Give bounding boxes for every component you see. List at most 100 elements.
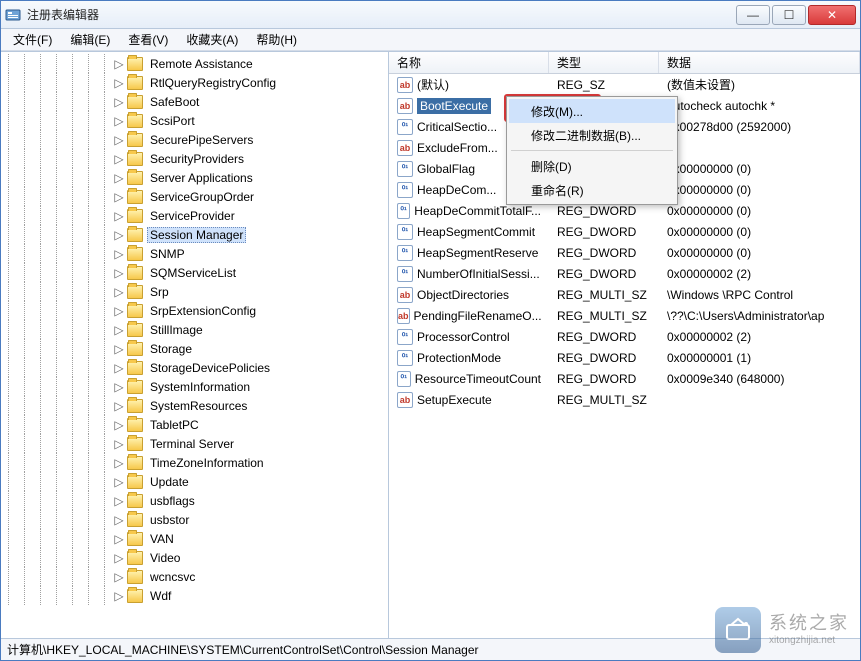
tree-item[interactable]: ▷Srp: [1, 282, 388, 301]
list-row[interactable]: ⁰¹ProcessorControlREG_DWORD0x00000002 (2…: [389, 326, 860, 347]
list-row[interactable]: ⁰¹NumberOfInitialSessi...REG_DWORD0x0000…: [389, 263, 860, 284]
expand-icon[interactable]: ▷: [113, 134, 125, 146]
expand-icon[interactable]: ▷: [113, 191, 125, 203]
value-data: \Windows \RPC Control: [659, 288, 860, 302]
expand-icon[interactable]: ▷: [113, 590, 125, 602]
statusbar-path: 计算机\HKEY_LOCAL_MACHINE\SYSTEM\CurrentCon…: [7, 641, 479, 658]
tree-item[interactable]: ▷TabletPC: [1, 415, 388, 434]
value-name: BootExecute: [417, 98, 491, 114]
context-menu-modify[interactable]: 修改(M)...: [509, 99, 675, 123]
expand-icon[interactable]: ▷: [113, 552, 125, 564]
value-type-icon: ⁰¹: [397, 350, 413, 366]
expand-icon[interactable]: ▷: [113, 419, 125, 431]
list-row[interactable]: abPendingFileRenameO...REG_MULTI_SZ\??\C…: [389, 305, 860, 326]
tree-item-label: TimeZoneInformation: [147, 455, 267, 471]
context-menu-modify-binary[interactable]: 修改二进制数据(B)...: [509, 123, 675, 147]
list-row[interactable]: ⁰¹ProtectionModeREG_DWORD0x00000001 (1): [389, 347, 860, 368]
tree-item[interactable]: ▷Update: [1, 472, 388, 491]
tree-pane[interactable]: ▷Remote Assistance▷RtlQueryRegistryConfi…: [1, 52, 389, 638]
expand-icon[interactable]: ▷: [113, 533, 125, 545]
tree-item[interactable]: ▷SafeBoot: [1, 92, 388, 111]
expand-icon[interactable]: ▷: [113, 571, 125, 583]
expand-icon[interactable]: ▷: [113, 305, 125, 317]
list-row[interactable]: ab(默认)REG_SZ(数值未设置): [389, 74, 860, 95]
folder-icon: [127, 513, 143, 527]
tree-item[interactable]: ▷Storage: [1, 339, 388, 358]
column-header-type[interactable]: 类型: [549, 52, 659, 73]
tree-item[interactable]: ▷SecurePipeServers: [1, 130, 388, 149]
expand-icon[interactable]: ▷: [113, 153, 125, 165]
tree-item[interactable]: ▷Server Applications: [1, 168, 388, 187]
value-name: ExcludeFrom...: [417, 141, 498, 155]
tree-item[interactable]: ▷SecurityProviders: [1, 149, 388, 168]
value-name: (默认): [417, 76, 449, 93]
expand-icon[interactable]: ▷: [113, 362, 125, 374]
expand-icon[interactable]: ▷: [113, 514, 125, 526]
tree-item[interactable]: ▷SQMServiceList: [1, 263, 388, 282]
expand-icon[interactable]: ▷: [113, 115, 125, 127]
expand-icon[interactable]: ▷: [113, 229, 125, 241]
tree-item[interactable]: ▷Wdf: [1, 586, 388, 605]
list-row[interactable]: ⁰¹ResourceTimeoutCountREG_DWORD0x0009e34…: [389, 368, 860, 389]
expand-icon[interactable]: ▷: [113, 286, 125, 298]
expand-icon[interactable]: ▷: [113, 438, 125, 450]
tree-item[interactable]: ▷SrpExtensionConfig: [1, 301, 388, 320]
expand-icon[interactable]: ▷: [113, 267, 125, 279]
maximize-button[interactable]: ☐: [772, 5, 806, 25]
tree-item[interactable]: ▷ Session Manager: [1, 225, 388, 244]
tree-item-label: ScsiPort: [147, 113, 198, 129]
tree-item[interactable]: ▷ServiceProvider: [1, 206, 388, 225]
list-row[interactable]: abObjectDirectoriesREG_MULTI_SZ\Windows …: [389, 284, 860, 305]
folder-icon: [127, 95, 143, 109]
tree-item[interactable]: ▷ServiceGroupOrder: [1, 187, 388, 206]
expand-icon[interactable]: ▷: [113, 77, 125, 89]
expand-icon[interactable]: ▷: [113, 58, 125, 70]
column-header-name[interactable]: 名称: [389, 52, 549, 73]
menu-view[interactable]: 查看(V): [120, 29, 176, 50]
expand-icon[interactable]: ▷: [113, 248, 125, 260]
context-menu-delete[interactable]: 删除(D): [509, 154, 675, 178]
tree-item-label: Session Manager: [147, 227, 246, 243]
tree-item[interactable]: ▷SNMP: [1, 244, 388, 263]
expand-icon[interactable]: ▷: [113, 381, 125, 393]
tree-item[interactable]: ▷VAN: [1, 529, 388, 548]
tree-item[interactable]: ▷ ScsiPort: [1, 111, 388, 130]
tree-item[interactable]: ▷usbflags: [1, 491, 388, 510]
expand-icon[interactable]: ▷: [113, 476, 125, 488]
menu-file[interactable]: 文件(F): [5, 29, 60, 50]
value-data: (数值未设置): [659, 76, 860, 93]
expand-icon[interactable]: ▷: [113, 495, 125, 507]
tree-item[interactable]: ▷StillImage: [1, 320, 388, 339]
value-data: 0x00000002 (2): [659, 330, 860, 344]
tree-item[interactable]: ▷usbstor: [1, 510, 388, 529]
folder-icon: [127, 494, 143, 508]
expand-icon[interactable]: ▷: [113, 457, 125, 469]
expand-icon[interactable]: ▷: [113, 343, 125, 355]
tree-item[interactable]: ▷Video: [1, 548, 388, 567]
list-row[interactable]: abSetupExecuteREG_MULTI_SZ: [389, 389, 860, 410]
menu-edit[interactable]: 编辑(E): [62, 29, 118, 50]
tree-item[interactable]: ▷wcncsvc: [1, 567, 388, 586]
close-button[interactable]: ✕: [808, 5, 856, 25]
tree-item[interactable]: ▷Terminal Server: [1, 434, 388, 453]
expand-icon[interactable]: ▷: [113, 324, 125, 336]
minimize-button[interactable]: —: [736, 5, 770, 25]
list-row[interactable]: ⁰¹HeapSegmentReserveREG_DWORD0x00000000 …: [389, 242, 860, 263]
expand-icon[interactable]: ▷: [113, 172, 125, 184]
value-name: HeapDeCom...: [417, 183, 496, 197]
tree-item[interactable]: ▷Remote Assistance: [1, 54, 388, 73]
tree-item[interactable]: ▷RtlQueryRegistryConfig: [1, 73, 388, 92]
context-menu-rename[interactable]: 重命名(R): [509, 178, 675, 202]
menu-help[interactable]: 帮助(H): [248, 29, 305, 50]
tree-item[interactable]: ▷StorageDevicePolicies: [1, 358, 388, 377]
tree-item[interactable]: ▷SystemResources: [1, 396, 388, 415]
list-row[interactable]: ⁰¹HeapSegmentCommitREG_DWORD0x00000000 (…: [389, 221, 860, 242]
expand-icon[interactable]: ▷: [113, 96, 125, 108]
expand-icon[interactable]: ▷: [113, 400, 125, 412]
tree-item[interactable]: ▷SystemInformation: [1, 377, 388, 396]
tree-item[interactable]: ▷ TimeZoneInformation: [1, 453, 388, 472]
folder-icon: [127, 285, 143, 299]
menu-favorites[interactable]: 收藏夹(A): [178, 29, 246, 50]
column-header-data[interactable]: 数据: [659, 52, 860, 73]
expand-icon[interactable]: ▷: [113, 210, 125, 222]
